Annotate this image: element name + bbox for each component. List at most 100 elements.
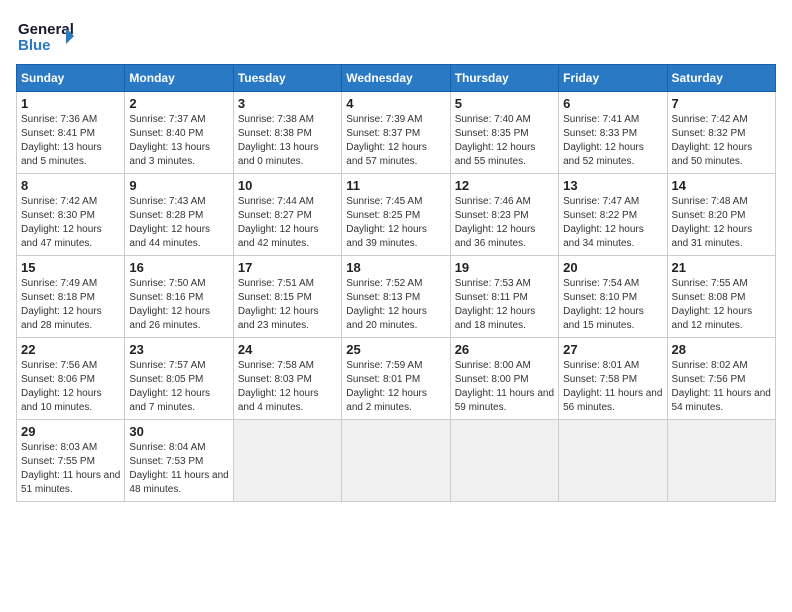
calendar-cell: 2 Sunrise: 7:37 AMSunset: 8:40 PMDaylight…	[125, 92, 233, 174]
day-number: 24	[238, 342, 337, 357]
day-info: Sunrise: 7:42 AMSunset: 8:30 PMDaylight:…	[21, 195, 120, 251]
calendar-cell: 13 Sunrise: 7:47 AMSunset: 8:22 PMDayligh…	[559, 174, 667, 256]
page-container: GeneralBlue SundayMondayTuesdayWednesday…	[16, 16, 776, 502]
day-number: 30	[129, 424, 228, 439]
day-info: Sunrise: 7:57 AMSunset: 8:05 PMDaylight:…	[129, 359, 228, 415]
calendar-week-row: 15 Sunrise: 7:49 AMSunset: 8:18 PMDayligh…	[17, 256, 776, 338]
day-info: Sunrise: 7:48 AMSunset: 8:20 PMDaylight:…	[672, 195, 771, 251]
day-info: Sunrise: 7:46 AMSunset: 8:23 PMDaylight:…	[455, 195, 554, 251]
svg-text:General: General	[18, 21, 74, 38]
day-number: 9	[129, 178, 228, 193]
day-info: Sunrise: 7:53 AMSunset: 8:11 PMDaylight:…	[455, 277, 554, 333]
weekday-header-monday: Monday	[125, 65, 233, 92]
calendar-cell	[667, 420, 775, 502]
logo: GeneralBlue	[16, 16, 76, 56]
logo-svg: GeneralBlue	[16, 16, 76, 56]
weekday-header-wednesday: Wednesday	[342, 65, 450, 92]
calendar-cell: 25Sunrise: 7:59 AMSunset: 8:01 PMDayligh…	[342, 338, 450, 420]
day-number: 3	[238, 96, 337, 111]
calendar-cell: 29Sunrise: 8:03 AMSunset: 7:55 PMDayligh…	[17, 420, 125, 502]
day-number: 12	[455, 178, 554, 193]
calendar-cell: 15 Sunrise: 7:49 AMSunset: 8:18 PMDayligh…	[17, 256, 125, 338]
calendar-cell: 21 Sunrise: 7:55 AMSunset: 8:08 PMDayligh…	[667, 256, 775, 338]
day-info: Sunrise: 8:02 AMSunset: 7:56 PMDaylight:…	[672, 359, 771, 415]
day-info: Sunrise: 7:54 AMSunset: 8:10 PMDaylight:…	[563, 277, 662, 333]
day-info: Sunrise: 7:37 AMSunset: 8:40 PMDaylight:…	[129, 113, 228, 169]
calendar-cell: 12 Sunrise: 7:46 AMSunset: 8:23 PMDayligh…	[450, 174, 558, 256]
day-number: 28	[672, 342, 771, 357]
day-number: 2	[129, 96, 228, 111]
calendar-cell: 7 Sunrise: 7:42 AMSunset: 8:32 PMDaylight…	[667, 92, 775, 174]
calendar-week-row: 22 Sunrise: 7:56 AMSunset: 8:06 PMDayligh…	[17, 338, 776, 420]
weekday-header-thursday: Thursday	[450, 65, 558, 92]
calendar-cell	[450, 420, 558, 502]
day-info: Sunrise: 7:42 AMSunset: 8:32 PMDaylight:…	[672, 113, 771, 169]
calendar-week-row: 29Sunrise: 8:03 AMSunset: 7:55 PMDayligh…	[17, 420, 776, 502]
calendar-cell: 24 Sunrise: 7:58 AMSunset: 8:03 PMDayligh…	[233, 338, 341, 420]
calendar-cell	[233, 420, 341, 502]
day-number: 15	[21, 260, 120, 275]
day-info: Sunrise: 7:51 AMSunset: 8:15 PMDaylight:…	[238, 277, 337, 333]
day-info: Sunrise: 7:52 AMSunset: 8:13 PMDaylight:…	[346, 277, 445, 333]
calendar-cell: 28 Sunrise: 8:02 AMSunset: 7:56 PMDayligh…	[667, 338, 775, 420]
day-info: Sunrise: 8:01 AMSunset: 7:58 PMDaylight:…	[563, 359, 662, 415]
calendar-cell: 6 Sunrise: 7:41 AMSunset: 8:33 PMDaylight…	[559, 92, 667, 174]
day-number: 19	[455, 260, 554, 275]
calendar-cell: 9Sunrise: 7:43 AMSunset: 8:28 PMDaylight…	[125, 174, 233, 256]
day-number: 20	[563, 260, 662, 275]
calendar-cell: 14Sunrise: 7:48 AMSunset: 8:20 PMDayligh…	[667, 174, 775, 256]
day-info: Sunrise: 7:55 AMSunset: 8:08 PMDaylight:…	[672, 277, 771, 333]
calendar-cell: 30 Sunrise: 8:04 AMSunset: 7:53 PMDayligh…	[125, 420, 233, 502]
day-number: 11	[346, 178, 445, 193]
day-number: 13	[563, 178, 662, 193]
day-info: Sunrise: 7:59 AMSunset: 8:01 PMDaylight:…	[346, 359, 445, 415]
day-info: Sunrise: 8:03 AMSunset: 7:55 PMDaylight:…	[21, 441, 120, 497]
calendar-cell: 22 Sunrise: 7:56 AMSunset: 8:06 PMDayligh…	[17, 338, 125, 420]
day-number: 1	[21, 96, 120, 111]
day-number: 17	[238, 260, 337, 275]
calendar-cell: 5 Sunrise: 7:40 AMSunset: 8:35 PMDaylight…	[450, 92, 558, 174]
day-number: 8	[21, 178, 120, 193]
weekday-header-row: SundayMondayTuesdayWednesdayThursdayFrid…	[17, 65, 776, 92]
day-number: 6	[563, 96, 662, 111]
day-number: 5	[455, 96, 554, 111]
calendar-cell: 16 Sunrise: 7:50 AMSunset: 8:16 PMDayligh…	[125, 256, 233, 338]
day-info: Sunrise: 7:58 AMSunset: 8:03 PMDaylight:…	[238, 359, 337, 415]
day-info: Sunrise: 7:45 AMSunset: 8:25 PMDaylight:…	[346, 195, 445, 251]
day-info: Sunrise: 7:56 AMSunset: 8:06 PMDaylight:…	[21, 359, 120, 415]
day-number: 27	[563, 342, 662, 357]
calendar-cell: 17 Sunrise: 7:51 AMSunset: 8:15 PMDayligh…	[233, 256, 341, 338]
day-info: Sunrise: 7:36 AMSunset: 8:41 PMDaylight:…	[21, 113, 120, 169]
calendar-cell: 27 Sunrise: 8:01 AMSunset: 7:58 PMDayligh…	[559, 338, 667, 420]
calendar-cell: 8 Sunrise: 7:42 AMSunset: 8:30 PMDaylight…	[17, 174, 125, 256]
svg-text:Blue: Blue	[18, 37, 51, 54]
calendar-week-row: 8 Sunrise: 7:42 AMSunset: 8:30 PMDaylight…	[17, 174, 776, 256]
day-number: 22	[21, 342, 120, 357]
day-info: Sunrise: 7:49 AMSunset: 8:18 PMDaylight:…	[21, 277, 120, 333]
day-number: 7	[672, 96, 771, 111]
day-info: Sunrise: 7:41 AMSunset: 8:33 PMDaylight:…	[563, 113, 662, 169]
calendar-cell: 19 Sunrise: 7:53 AMSunset: 8:11 PMDayligh…	[450, 256, 558, 338]
day-info: Sunrise: 8:04 AMSunset: 7:53 PMDaylight:…	[129, 441, 228, 497]
day-info: Sunrise: 8:00 AMSunset: 8:00 PMDaylight:…	[455, 359, 554, 415]
day-info: Sunrise: 7:50 AMSunset: 8:16 PMDaylight:…	[129, 277, 228, 333]
day-info: Sunrise: 7:38 AMSunset: 8:38 PMDaylight:…	[238, 113, 337, 169]
day-number: 18	[346, 260, 445, 275]
day-number: 23	[129, 342, 228, 357]
day-info: Sunrise: 7:44 AMSunset: 8:27 PMDaylight:…	[238, 195, 337, 251]
calendar-cell: 23 Sunrise: 7:57 AMSunset: 8:05 PMDayligh…	[125, 338, 233, 420]
calendar-cell	[342, 420, 450, 502]
day-number: 26	[455, 342, 554, 357]
day-info: Sunrise: 7:39 AMSunset: 8:37 PMDaylight:…	[346, 113, 445, 169]
day-info: Sunrise: 7:40 AMSunset: 8:35 PMDaylight:…	[455, 113, 554, 169]
calendar-cell: 20 Sunrise: 7:54 AMSunset: 8:10 PMDayligh…	[559, 256, 667, 338]
calendar-cell: 18 Sunrise: 7:52 AMSunset: 8:13 PMDayligh…	[342, 256, 450, 338]
day-number: 16	[129, 260, 228, 275]
weekday-header-tuesday: Tuesday	[233, 65, 341, 92]
day-number: 4	[346, 96, 445, 111]
calendar-cell: 1 Sunrise: 7:36 AMSunset: 8:41 PMDaylight…	[17, 92, 125, 174]
day-info: Sunrise: 7:47 AMSunset: 8:22 PMDaylight:…	[563, 195, 662, 251]
day-number: 21	[672, 260, 771, 275]
calendar-cell: 4 Sunrise: 7:39 AMSunset: 8:37 PMDaylight…	[342, 92, 450, 174]
calendar-cell	[559, 420, 667, 502]
